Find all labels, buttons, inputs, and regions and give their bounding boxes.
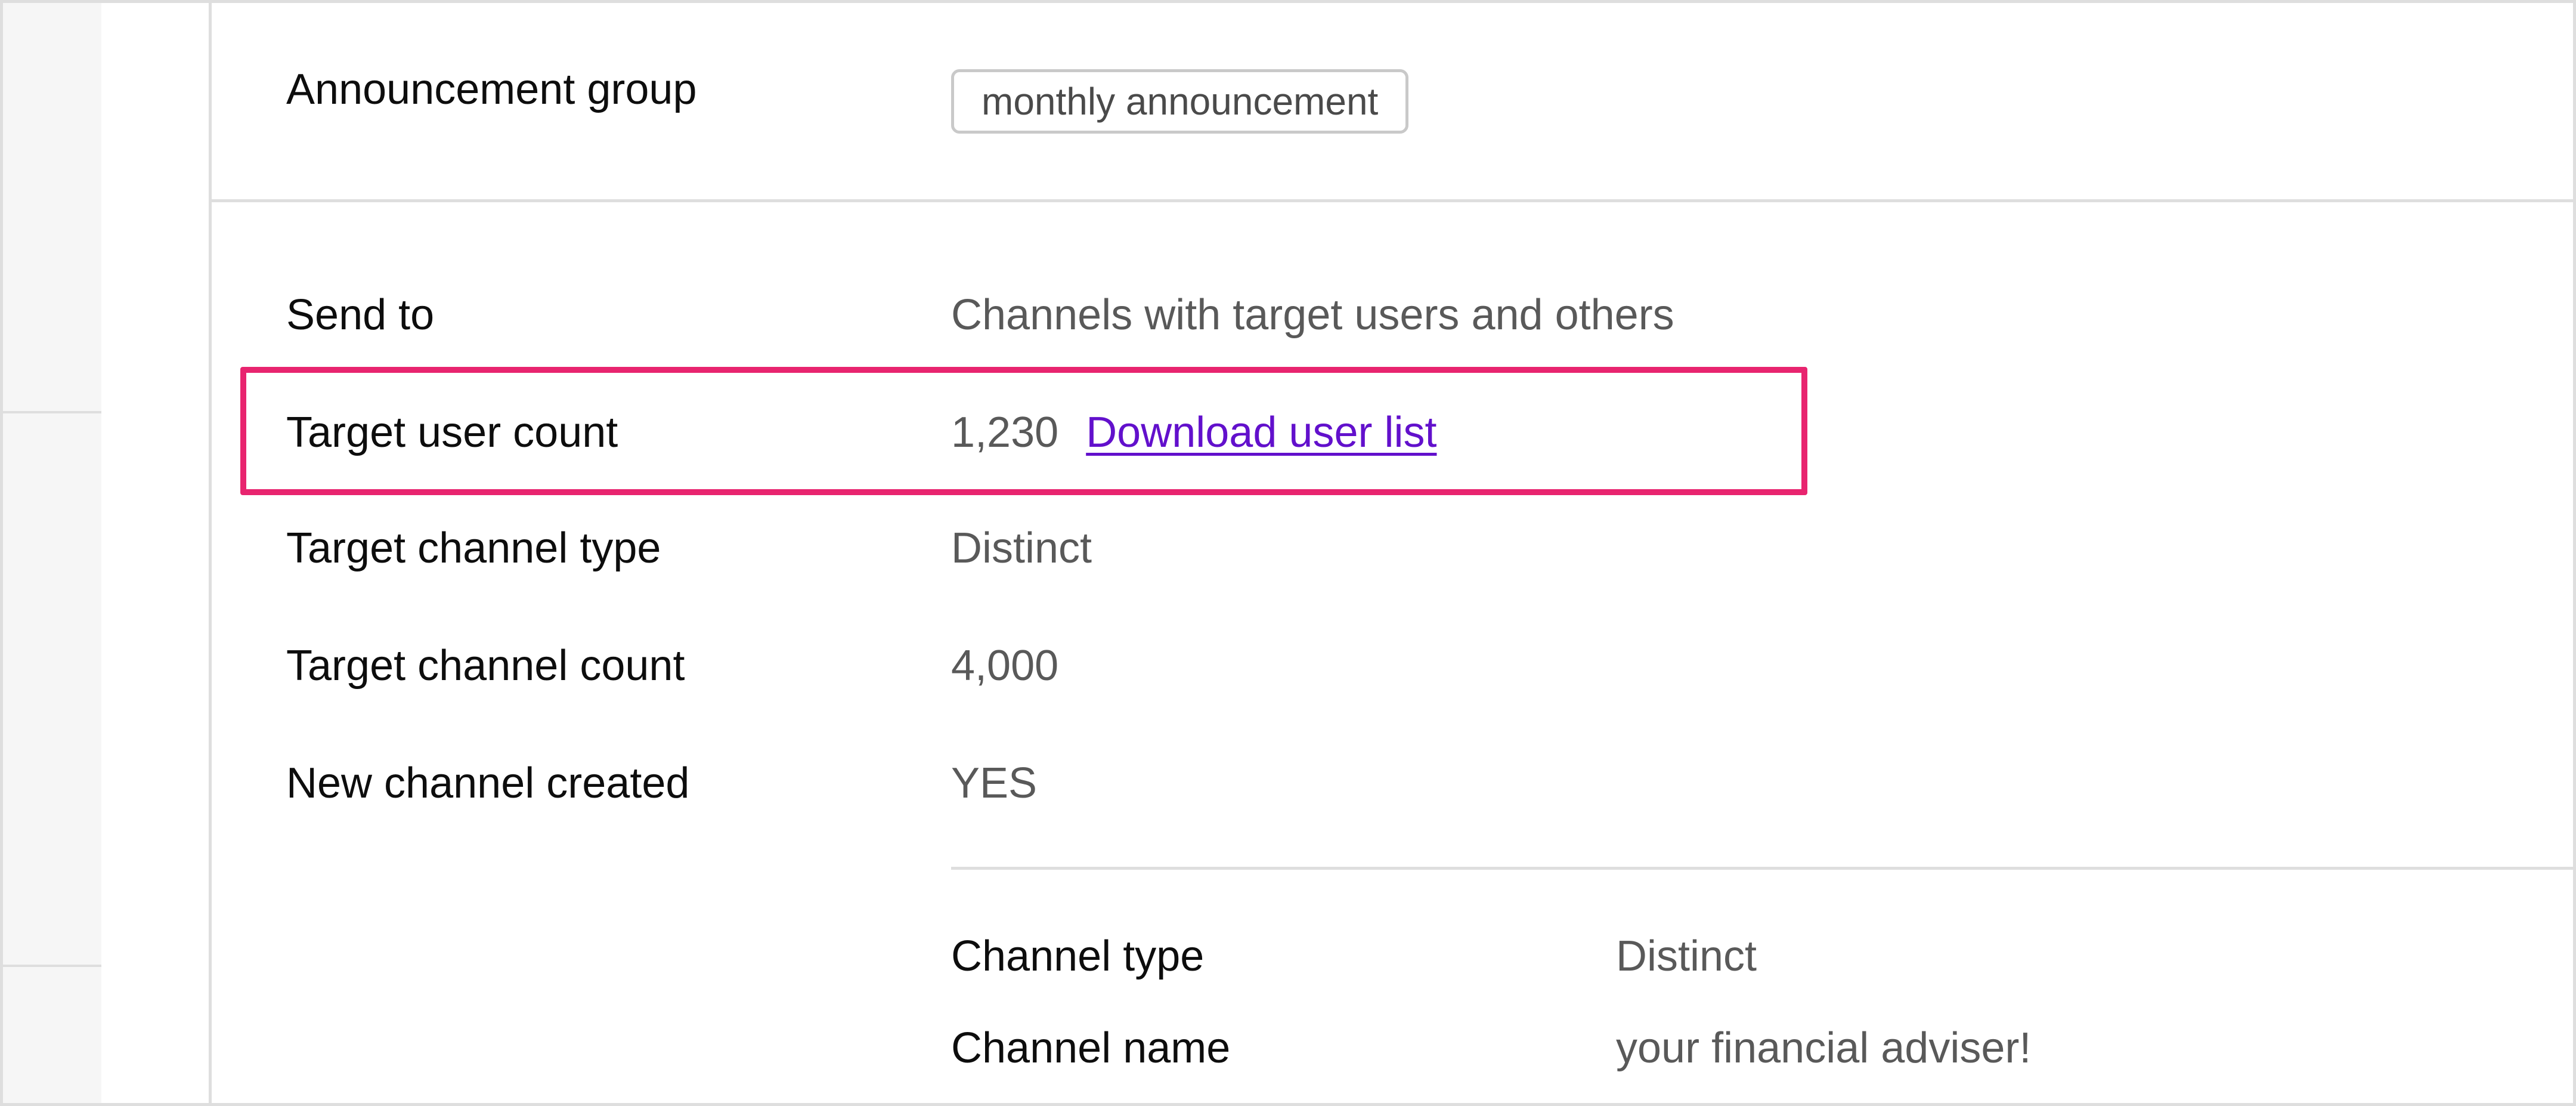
target-channel-count-label: Target channel count (286, 642, 685, 690)
subsection-divider (951, 867, 2573, 870)
send-to-label: Send to (286, 291, 435, 339)
new-channel-created-value: YES (951, 759, 1038, 807)
left-gutter (3, 3, 104, 1103)
target-channel-type-value: Distinct (951, 524, 1092, 572)
target-user-count-value: 1,230 (951, 409, 1059, 456)
download-user-list-link[interactable]: Download user list (1086, 409, 1436, 456)
channel-type-value: Distinct (1616, 932, 1757, 980)
section-divider (212, 199, 2573, 202)
target-channel-type-label: Target channel type (286, 524, 661, 572)
target-channel-count-value: 4,000 (951, 642, 1059, 690)
gutter-divider (3, 965, 101, 967)
channel-name-value: your financial adviser! (1616, 1024, 2032, 1072)
gutter-divider (3, 411, 101, 413)
channel-name-label: Channel name (951, 1024, 1231, 1072)
side-column (101, 3, 212, 1103)
target-user-count-label: Target user count (286, 409, 618, 456)
new-channel-created-label: New channel created (286, 759, 690, 807)
announcement-group-tag[interactable]: monthly announcement (951, 69, 1409, 134)
target-user-count-row: 1,230 Download user list (951, 406, 1436, 459)
channel-type-label: Channel type (951, 932, 1205, 980)
send-to-value: Channels with target users and others (951, 291, 1674, 339)
announcement-group-label: Announcement group (286, 66, 697, 113)
